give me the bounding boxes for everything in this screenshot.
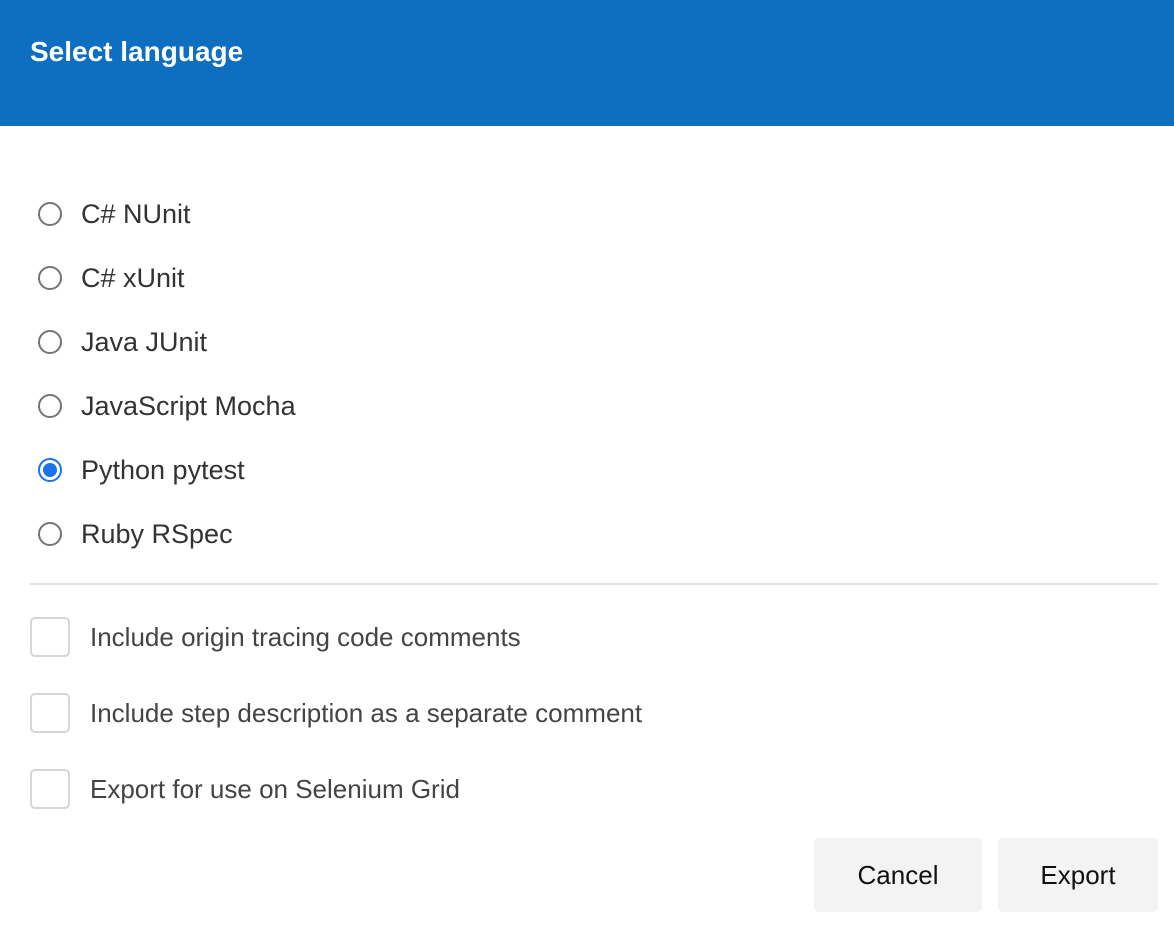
radio-label: Python pytest bbox=[81, 455, 245, 485]
section-divider bbox=[30, 583, 1158, 585]
checkbox-option-selenium-grid[interactable]: Export for use on Selenium Grid bbox=[30, 769, 460, 809]
export-button[interactable]: Export bbox=[998, 838, 1158, 912]
radio-button[interactable] bbox=[38, 202, 62, 226]
radio-option-javascript-mocha[interactable]: JavaScript Mocha bbox=[38, 374, 296, 438]
radio-button[interactable] bbox=[38, 394, 62, 418]
checkbox[interactable] bbox=[30, 693, 70, 733]
radio-option-python-pytest[interactable]: Python pytest bbox=[38, 438, 245, 502]
radio-option-ruby-rspec[interactable]: Ruby RSpec bbox=[38, 502, 233, 566]
checkbox-option-step-description[interactable]: Include step description as a separate c… bbox=[30, 693, 642, 733]
checkbox-label: Include step description as a separate c… bbox=[90, 698, 643, 728]
radio-option-csharp-nunit[interactable]: C# NUnit bbox=[38, 182, 191, 246]
cancel-button[interactable]: Cancel bbox=[814, 838, 982, 912]
radio-button[interactable] bbox=[38, 330, 62, 354]
checkbox[interactable] bbox=[30, 617, 70, 657]
radio-label: Ruby RSpec bbox=[81, 519, 233, 549]
checkbox-label: Export for use on Selenium Grid bbox=[90, 774, 460, 804]
radio-label: JavaScript Mocha bbox=[81, 391, 296, 421]
checkbox-option-origin-tracing[interactable]: Include origin tracing code comments bbox=[30, 617, 521, 657]
radio-option-csharp-xunit[interactable]: C# xUnit bbox=[38, 246, 185, 310]
checkbox[interactable] bbox=[30, 769, 70, 809]
radio-option-java-junit[interactable]: Java JUnit bbox=[38, 310, 207, 374]
checkbox-label: Include origin tracing code comments bbox=[90, 622, 521, 652]
dialog-header: Select language bbox=[0, 0, 1174, 126]
radio-label: C# NUnit bbox=[81, 199, 191, 229]
radio-button[interactable] bbox=[38, 458, 62, 482]
radio-button[interactable] bbox=[38, 522, 62, 546]
export-dialog: Select language C# NUnit C# xUnit Java J… bbox=[0, 0, 1174, 930]
radio-label: C# xUnit bbox=[81, 263, 185, 293]
radio-button[interactable] bbox=[38, 266, 62, 290]
dialog-title: Select language bbox=[30, 36, 244, 67]
radio-label: Java JUnit bbox=[81, 327, 208, 357]
